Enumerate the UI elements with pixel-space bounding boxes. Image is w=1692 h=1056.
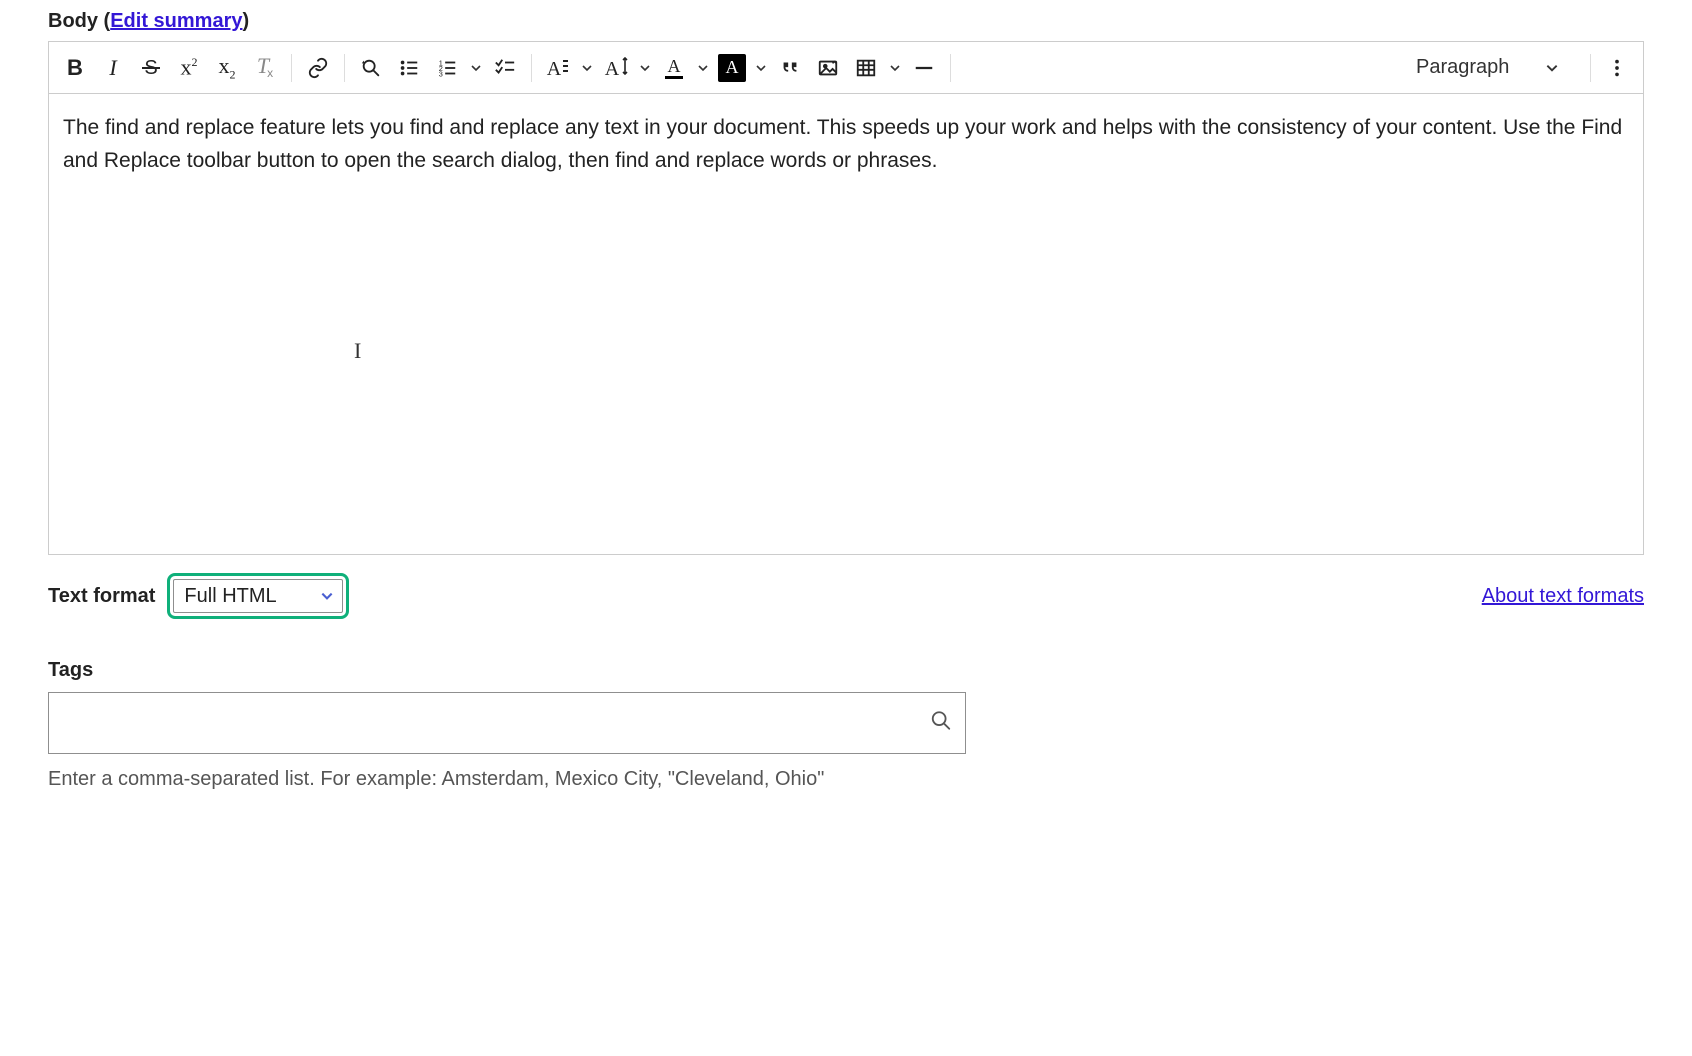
kebab-icon [1606, 57, 1628, 79]
font-family-button[interactable]: A [540, 50, 576, 86]
blockquote-icon [779, 57, 801, 79]
tags-input[interactable] [48, 692, 966, 754]
bold-button[interactable]: B [57, 50, 93, 86]
numbered-list-dropdown[interactable] [467, 50, 485, 86]
editor-toolbar: B I S x2 x2 Tx [49, 42, 1643, 94]
link-icon [307, 57, 329, 79]
chevron-down-icon [320, 589, 334, 603]
find-replace-button[interactable] [353, 50, 389, 86]
link-button[interactable] [300, 50, 336, 86]
font-size-icon: A [603, 57, 629, 79]
remove-format-button[interactable]: Tx [247, 50, 283, 86]
chevron-down-icon [1545, 61, 1559, 75]
toolbar-separator [950, 54, 951, 82]
tags-field-wrapper [48, 692, 966, 754]
superscript-button[interactable]: x2 [171, 50, 207, 86]
font-family-dropdown[interactable] [578, 50, 596, 86]
image-icon [817, 57, 839, 79]
font-color-dropdown[interactable] [694, 50, 712, 86]
numbered-list-button[interactable]: 1 2 3 [429, 50, 465, 86]
numbered-list-icon: 1 2 3 [436, 57, 458, 79]
font-color-bar [665, 76, 683, 79]
body-content-paragraph: The find and replace feature lets you fi… [63, 112, 1629, 177]
todo-list-button[interactable] [487, 50, 523, 86]
tags-label: Tags [48, 659, 1644, 682]
bulleted-list-icon [398, 57, 420, 79]
italic-button[interactable]: I [95, 50, 131, 86]
bulleted-list-button[interactable] [391, 50, 427, 86]
toolbar-separator [531, 54, 532, 82]
font-background-color-dropdown[interactable] [752, 50, 770, 86]
toolbar-separator [1590, 54, 1591, 82]
paren-close: ) [242, 10, 249, 32]
about-text-formats-link[interactable]: About text formats [1482, 585, 1644, 608]
insert-table-button[interactable] [848, 50, 884, 86]
blockquote-button[interactable] [772, 50, 808, 86]
toolbar-separator [291, 54, 292, 82]
text-format-highlight: Full HTML [167, 573, 349, 619]
strikethrough-icon: S [140, 57, 162, 79]
font-size-dropdown[interactable] [636, 50, 654, 86]
font-family-icon: A [546, 57, 570, 79]
todo-list-icon [494, 57, 516, 79]
horizontal-line-button[interactable] [906, 50, 942, 86]
find-replace-icon [360, 57, 382, 79]
heading-dropdown[interactable]: Paragraph [1402, 50, 1582, 86]
toolbar-separator [344, 54, 345, 82]
editor-content-area[interactable]: The find and replace feature lets you fi… [49, 94, 1643, 554]
text-format-row: Text format Full HTML About text formats [48, 573, 1644, 619]
heading-dropdown-value: Paragraph [1416, 56, 1509, 79]
table-icon [855, 57, 877, 79]
insert-table-dropdown[interactable] [886, 50, 904, 86]
insert-image-button[interactable] [810, 50, 846, 86]
edit-summary-link[interactable]: Edit summary [110, 10, 242, 32]
font-background-color-button[interactable]: A [718, 54, 746, 82]
horizontal-line-icon [913, 57, 935, 79]
search-icon [930, 710, 952, 737]
svg-text:A: A [605, 58, 620, 79]
svg-text:A: A [547, 58, 562, 79]
body-field-label: Body (Edit summary) [48, 10, 1644, 33]
strikethrough-button[interactable]: S [133, 50, 169, 86]
text-cursor-icon: I [354, 334, 361, 368]
body-label-text: Body [48, 10, 98, 32]
font-size-button[interactable]: A [598, 50, 634, 86]
paren-open: ( [98, 10, 110, 32]
tags-help-text: Enter a comma-separated list. For exampl… [48, 768, 1644, 791]
subscript-button[interactable]: x2 [209, 50, 245, 86]
text-format-select[interactable]: Full HTML [173, 579, 343, 613]
svg-text:3: 3 [439, 69, 443, 78]
rich-text-editor: B I S x2 x2 Tx [48, 41, 1644, 555]
more-options-button[interactable] [1599, 50, 1635, 86]
font-color-button[interactable]: A [656, 50, 692, 86]
text-format-label: Text format [48, 585, 155, 608]
text-format-value: Full HTML [184, 585, 276, 608]
